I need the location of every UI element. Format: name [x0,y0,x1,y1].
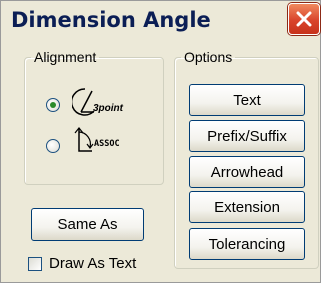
arrowhead-button[interactable]: Arrowhead [189,156,305,188]
close-button[interactable] [288,3,320,35]
title-bar[interactable]: Dimension Angle [1,1,320,41]
options-legend: Options [184,49,233,65]
option-label-assoc: ASSOC [94,139,120,149]
option-label-3point: 3point [93,103,124,114]
same-as-button[interactable]: Same As [31,208,144,241]
draw-as-text-checkbox[interactable] [28,256,42,271]
angle-assoc-icon[interactable]: ASSOC [72,125,138,157]
close-icon [296,11,312,27]
dialog-window: Dimension Angle Alignment 3point ASSOC O… [0,0,321,283]
draw-as-text-label: Draw As Text [49,255,137,272]
window-title: Dimension Angle [11,8,211,32]
angle-3point-icon[interactable]: 3point [72,85,134,119]
prefix-suffix-button[interactable]: Prefix/Suffix [189,120,305,152]
radio-3point[interactable] [46,98,60,112]
extension-button[interactable]: Extension [189,191,305,223]
radio-selected-dot [50,102,56,108]
radio-assoc[interactable] [46,139,60,153]
draw-as-text-row[interactable]: Draw As Text [28,255,136,272]
tolerancing-button[interactable]: Tolerancing [189,228,305,260]
alignment-legend: Alignment [34,49,97,65]
text-button[interactable]: Text [189,84,305,116]
dialog-body: Alignment 3point ASSOC Options Text Pref… [4,41,319,281]
